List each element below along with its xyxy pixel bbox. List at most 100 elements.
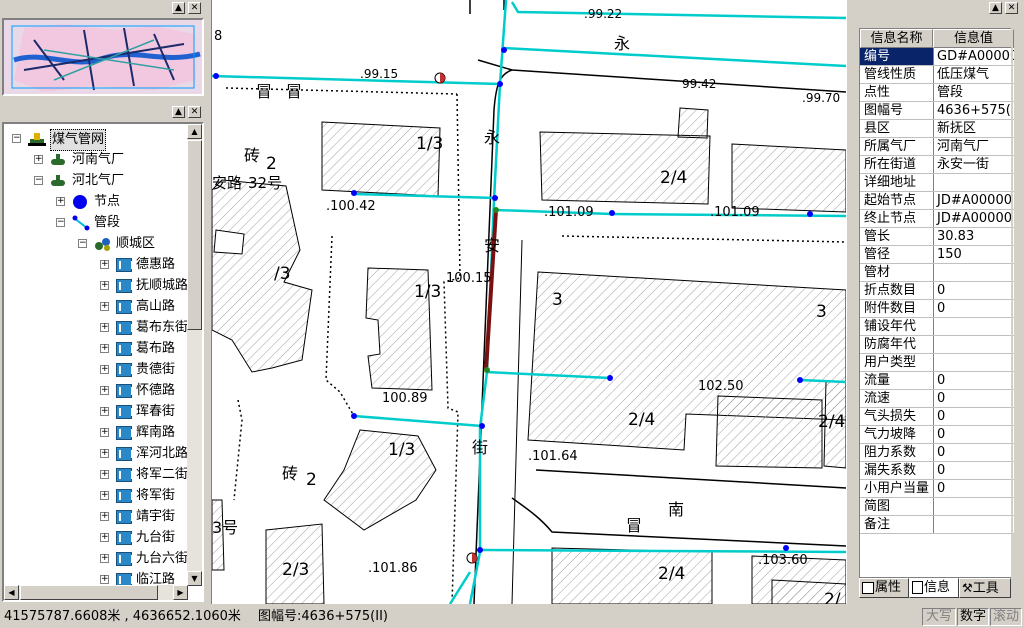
info-row[interactable]: 小用户当量 0	[860, 480, 1014, 498]
tree-expander[interactable]: +	[100, 512, 109, 521]
info-row-value[interactable]: 0	[933, 282, 1014, 300]
info-row-value[interactable]: 0	[933, 408, 1014, 426]
tree-item-road[interactable]: + 浑河北路	[6, 444, 187, 464]
info-row-value[interactable]: GD#A00000	[933, 48, 1014, 66]
selected-pipe[interactable]	[484, 209, 498, 371]
tree-expander[interactable]: −	[12, 134, 21, 143]
tree-item-road[interactable]: + 葛布路	[6, 339, 187, 359]
tree-expander[interactable]: +	[100, 281, 109, 290]
tree-horizontal-scrollbar[interactable]: ◀ ▶	[4, 585, 188, 600]
info-row[interactable]: 起始节点 JD#A00000	[860, 192, 1014, 210]
tree-item-road[interactable]: + 德惠路	[6, 255, 187, 275]
info-row[interactable]: 管材	[860, 264, 1014, 282]
scroll-thumb[interactable]	[20, 585, 158, 600]
tree-item-road[interactable]: + 将军二街	[6, 465, 187, 485]
info-row[interactable]: 管长 30.83	[860, 228, 1014, 246]
info-row-value[interactable]: 0	[933, 426, 1014, 444]
info-row-value[interactable]	[933, 318, 1014, 336]
info-row-value[interactable]: JD#A00000	[933, 192, 1014, 210]
tree-expander[interactable]: +	[56, 197, 65, 206]
tree-item-road[interactable]: + 辉南路	[6, 423, 187, 443]
info-row[interactable]: 气头损失 0	[860, 408, 1014, 426]
info-row-value[interactable]	[933, 498, 1014, 516]
info-collapse-button[interactable]: ▲	[989, 2, 1002, 14]
info-row[interactable]: 用户类型	[860, 354, 1014, 372]
tree-item-pipes[interactable]: − 管段	[6, 213, 187, 233]
info-row-value[interactable]: 4636+575(	[933, 102, 1014, 120]
tree-root[interactable]: − 煤气管网	[6, 129, 187, 151]
tab-properties[interactable]: 属性	[859, 578, 909, 598]
tree-expander[interactable]: +	[100, 344, 109, 353]
info-row[interactable]: 阻力系数 0	[860, 444, 1014, 462]
info-row[interactable]: 备注	[860, 516, 1014, 534]
info-row[interactable]: 简图	[860, 498, 1014, 516]
tree-item-road[interactable]: + 靖宇街	[6, 507, 187, 527]
tree-item-road[interactable]: + 珲春街	[6, 402, 187, 422]
info-row-value[interactable]: 0	[933, 300, 1014, 318]
info-close-button[interactable]: ✕	[1005, 2, 1018, 14]
info-row[interactable]: 所属气厂 河南气厂	[860, 138, 1014, 156]
tree-expander[interactable]: +	[100, 554, 109, 563]
info-row-value[interactable]: 低压煤气	[933, 66, 1014, 84]
tree-expander[interactable]: +	[100, 491, 109, 500]
info-row-value[interactable]: 管段	[933, 84, 1014, 102]
info-row[interactable]: 流速 0	[860, 390, 1014, 408]
info-row-value[interactable]	[933, 174, 1014, 192]
info-row-value[interactable]: 新抚区	[933, 120, 1014, 138]
tree-item-hebei-plant[interactable]: − 河北气厂	[6, 171, 187, 191]
info-row-value[interactable]: 0	[933, 372, 1014, 390]
tree-item-road[interactable]: + 高山路	[6, 297, 187, 317]
info-row[interactable]: 防腐年代	[860, 336, 1014, 354]
overview-close-button[interactable]: ✕	[188, 2, 201, 14]
tree-expander[interactable]: +	[100, 386, 109, 395]
tree-expander[interactable]: −	[78, 239, 87, 248]
info-row[interactable]: 县区 新抚区	[860, 120, 1014, 138]
scroll-right-arrow-icon[interactable]: ▶	[173, 585, 188, 600]
info-row[interactable]: 流量 0	[860, 372, 1014, 390]
info-row-value[interactable]	[933, 264, 1014, 282]
info-row-value[interactable]: 河南气厂	[933, 138, 1014, 156]
tree-item-road[interactable]: + 葛布东街	[6, 318, 187, 338]
tree-item-road[interactable]: + 贵德街	[6, 360, 187, 380]
overview-collapse-button[interactable]: ▲	[172, 2, 185, 14]
info-row-value[interactable]	[933, 336, 1014, 354]
tree-item-road[interactable]: + 九台六街	[6, 549, 187, 569]
scroll-thumb[interactable]	[187, 140, 202, 330]
info-row-value[interactable]	[933, 516, 1014, 534]
scroll-down-arrow-icon[interactable]: ▼	[187, 571, 202, 586]
info-row-value[interactable]	[933, 354, 1014, 372]
info-row[interactable]: 编号 GD#A00000	[860, 48, 1014, 66]
info-row[interactable]: 管线性质 低压煤气	[860, 66, 1014, 84]
info-row[interactable]: 图幅号 4636+575(	[860, 102, 1014, 120]
tree-close-button[interactable]: ✕	[188, 106, 201, 118]
tree-item-road[interactable]: + 抚顺城路	[6, 276, 187, 296]
tree-expander[interactable]: +	[100, 575, 109, 584]
tree-expander[interactable]: +	[100, 470, 109, 479]
info-row-value[interactable]: 150	[933, 246, 1014, 264]
info-row[interactable]: 漏失系数 0	[860, 462, 1014, 480]
info-row-value[interactable]: 永安一街	[933, 156, 1014, 174]
tree-expander[interactable]: +	[100, 323, 109, 332]
tree-expander[interactable]: +	[100, 449, 109, 458]
tree-expander[interactable]: +	[100, 365, 109, 374]
info-row[interactable]: 详细地址	[860, 174, 1014, 192]
info-row-value[interactable]: 0	[933, 462, 1014, 480]
tree-expander[interactable]: +	[100, 428, 109, 437]
info-row[interactable]: 所在街道 永安一街	[860, 156, 1014, 174]
tree-expander[interactable]: +	[100, 302, 109, 311]
tree-item-district[interactable]: − 顺城区	[6, 234, 187, 254]
tree-expander[interactable]: +	[100, 533, 109, 542]
tree-expander[interactable]: +	[34, 155, 43, 164]
overview-map[interactable]	[2, 18, 204, 96]
info-row-value[interactable]: 30.83	[933, 228, 1014, 246]
map-canvas[interactable]: .99.22 永 99.42.99.70.99.15 冒冒 8 1/3 永 2/4 砖 2 安路 32…	[212, 0, 846, 604]
tree-item-road[interactable]: + 九台街	[6, 528, 187, 548]
tree-item-nodes[interactable]: + 节点	[6, 192, 187, 212]
info-grid-scrollbar[interactable]	[1011, 28, 1013, 578]
tree-item-road[interactable]: + 临江路	[6, 570, 187, 585]
info-row[interactable]: 管径 150	[860, 246, 1014, 264]
right-splitter[interactable]	[846, 0, 853, 604]
tree-expander[interactable]: −	[34, 176, 43, 185]
scroll-left-arrow-icon[interactable]: ◀	[4, 585, 19, 600]
tree-collapse-button[interactable]: ▲	[172, 106, 185, 118]
